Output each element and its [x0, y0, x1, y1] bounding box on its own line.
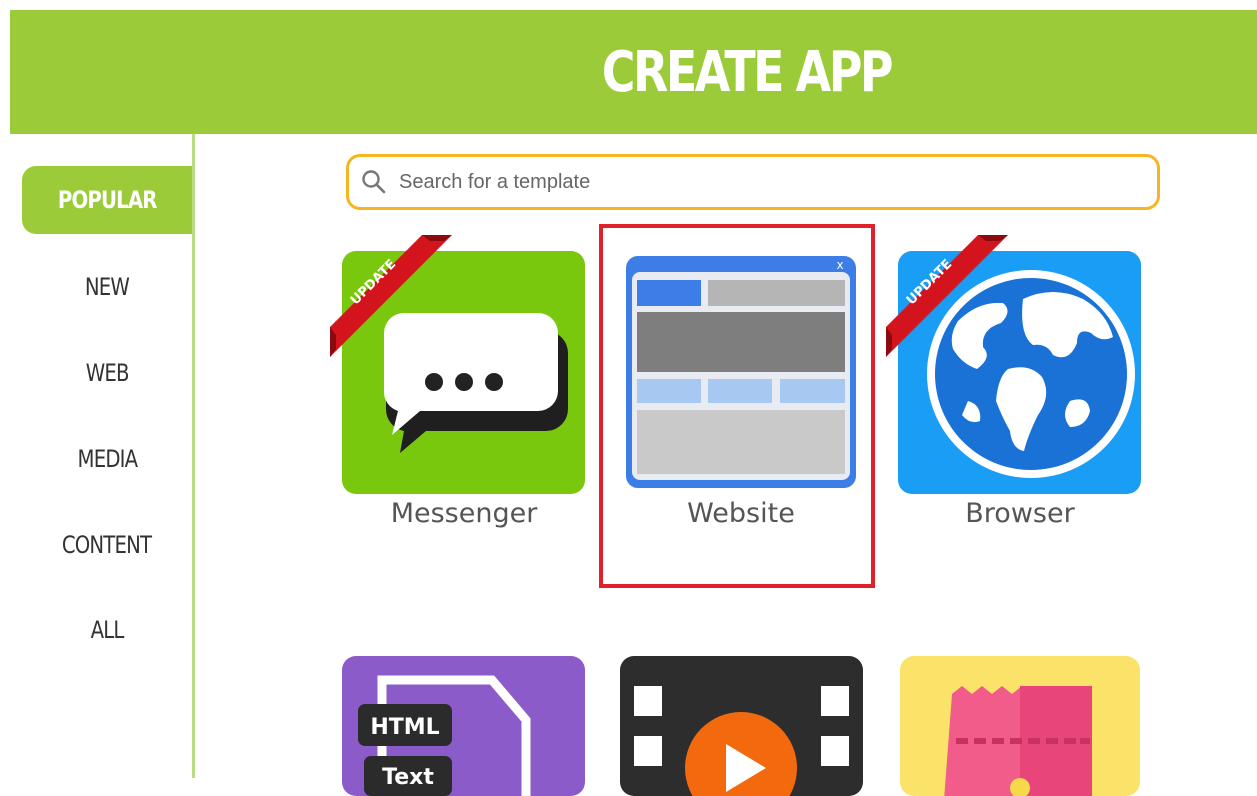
sidebar-item-label: NEW	[84, 273, 130, 301]
search-icon	[362, 170, 386, 194]
sidebar-item-popular[interactable]: POPULAR	[22, 166, 192, 234]
website-layout-icon: x	[626, 256, 856, 488]
update-ribbon: UPDATE	[886, 235, 1008, 357]
sidebar-item-label: CONTENT	[62, 531, 152, 559]
template-tile-html[interactable]: HTML Text	[342, 656, 585, 796]
template-tile-website[interactable]: x	[624, 254, 858, 490]
close-icon: x	[836, 258, 843, 272]
category-sidebar: POPULAR NEW WEB MEDIA CONTENT ALL	[0, 134, 195, 778]
sidebar-item-label: MEDIA	[77, 445, 138, 473]
html-file-icon: HTML Text	[358, 675, 531, 796]
template-label: Browser	[965, 498, 1075, 529]
sidebar-item-content[interactable]: CONTENT	[22, 511, 192, 579]
template-label: Website	[687, 498, 795, 529]
template-label: Messenger	[390, 498, 538, 529]
sidebar-item-label: ALL	[90, 616, 125, 644]
sidebar-item-media[interactable]: MEDIA	[22, 425, 192, 493]
app-header: CREATE APP	[10, 10, 1257, 134]
video-player-icon	[634, 686, 849, 796]
template-tile-video[interactable]	[620, 656, 863, 796]
html-tag: HTML	[370, 715, 439, 740]
sidebar-item-label: WEB	[85, 359, 130, 387]
page-title: CREATE APP	[601, 39, 893, 105]
sidebar-item-all[interactable]: ALL	[22, 596, 192, 664]
ticket-icon	[944, 686, 1092, 796]
search-input[interactable]	[397, 169, 1101, 195]
update-ribbon: UPDATE	[330, 235, 452, 357]
sidebar-item-label: POPULAR	[57, 186, 158, 214]
sidebar-item-web[interactable]: WEB	[22, 339, 192, 407]
template-search[interactable]	[346, 154, 1160, 210]
template-tile-ticket[interactable]	[900, 656, 1140, 796]
sidebar-item-new[interactable]: NEW	[22, 253, 192, 321]
